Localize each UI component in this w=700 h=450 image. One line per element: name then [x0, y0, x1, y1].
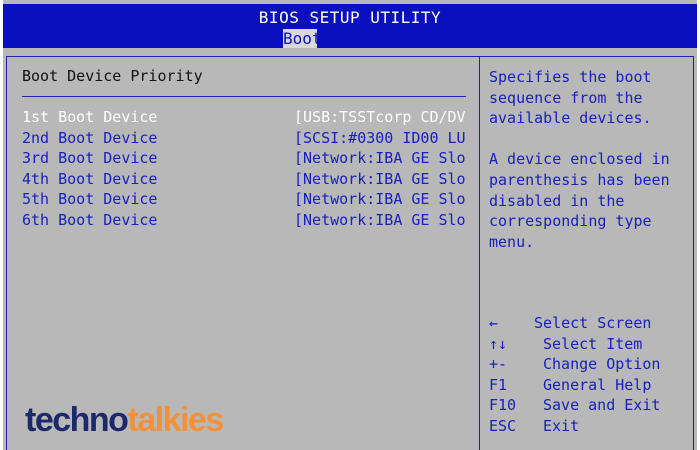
boot-device-value[interactable]: [Network:IBA GE Slo] — [294, 148, 466, 168]
boot-device-row-4[interactable]: 4th Boot Device [Network:IBA GE Slo] — [22, 169, 466, 189]
section-title: Boot Device Priority — [22, 67, 203, 85]
tab-boot[interactable]: Boot — [283, 29, 322, 48]
boot-device-label: 5th Boot Device — [22, 190, 158, 208]
key-row-save-exit: F10 Save and Exit — [489, 395, 689, 416]
help-text-disabled-devices: A device enclosed in parenthesis has bee… — [489, 150, 670, 251]
boot-device-value[interactable]: [Network:IBA GE Slo] — [294, 210, 466, 230]
f1-key: F1 — [489, 375, 508, 394]
watermark-logo: technotalkies — [25, 400, 224, 440]
boot-device-row-6[interactable]: 6th Boot Device [Network:IBA GE Slo] — [22, 210, 466, 230]
boot-device-row-5[interactable]: 5th Boot Device [Network:IBA GE Slo] — [22, 189, 466, 209]
key-description: Select Screen — [534, 314, 652, 332]
f10-key: F10 — [489, 396, 517, 415]
key-description: General Help — [543, 375, 652, 394]
esc-key: ESC — [489, 416, 517, 435]
help-panel: Specifies the boot sequence from the ava… — [489, 67, 689, 273]
key-row-select-item: ↑↓ Select Item — [489, 334, 689, 355]
boot-device-value[interactable]: [Network:IBA GE Slo] — [294, 169, 466, 189]
boot-device-row-2[interactable]: 2nd Boot Device [SCSI:#0300 ID00 LU] — [22, 128, 466, 148]
boot-device-value[interactable]: [SCSI:#0300 ID00 LU] — [294, 128, 466, 148]
left-arrow-icon: ← — [489, 314, 499, 332]
boot-device-row-3[interactable]: 3rd Boot Device [Network:IBA GE Slo] — [22, 148, 466, 168]
key-description: Save and Exit — [543, 396, 661, 415]
key-description: Select Item — [543, 334, 643, 353]
boot-device-label: 4th Boot Device — [22, 170, 158, 188]
help-text-boot-sequence: Specifies the boot sequence from the ava… — [489, 68, 652, 128]
key-legend: ← Select Screen ↑↓ Select Item +- Change… — [489, 313, 689, 437]
key-row-exit: ESC Exit — [489, 416, 689, 437]
title-bar: BIOS SETUP UTILITY Boot — [3, 4, 697, 48]
plus-minus-key: +- — [489, 355, 508, 374]
watermark-talkies: talkies — [127, 401, 224, 439]
bios-screen: BIOS SETUP UTILITY Boot Boot Device Prio… — [3, 0, 697, 450]
boot-device-label: 2nd Boot Device — [22, 129, 158, 147]
boot-device-label: 1st Boot Device — [22, 108, 158, 126]
section-divider — [22, 96, 466, 97]
key-row-select-screen: ← Select Screen — [489, 313, 689, 334]
boot-device-label: 6th Boot Device — [22, 211, 158, 229]
boot-device-row-1[interactable]: 1st Boot Device [USB:TSSTcorp CD/DVI — [22, 107, 466, 127]
key-row-change-option: +- Change Option — [489, 354, 689, 375]
key-description: Exit — [543, 416, 580, 435]
panel-divider — [479, 56, 480, 450]
boot-device-value[interactable]: [USB:TSSTcorp CD/DVI — [294, 107, 466, 127]
boot-device-value[interactable]: [Network:IBA GE Slo] — [294, 189, 466, 209]
up-down-arrow-icon: ↑↓ — [489, 334, 508, 353]
bios-title: BIOS SETUP UTILITY — [258, 8, 442, 27]
key-row-general-help: F1 General Help — [489, 375, 689, 396]
boot-device-label: 3rd Boot Device — [22, 149, 158, 167]
watermark-techno: techno — [25, 401, 129, 439]
key-description: Change Option — [543, 355, 661, 374]
